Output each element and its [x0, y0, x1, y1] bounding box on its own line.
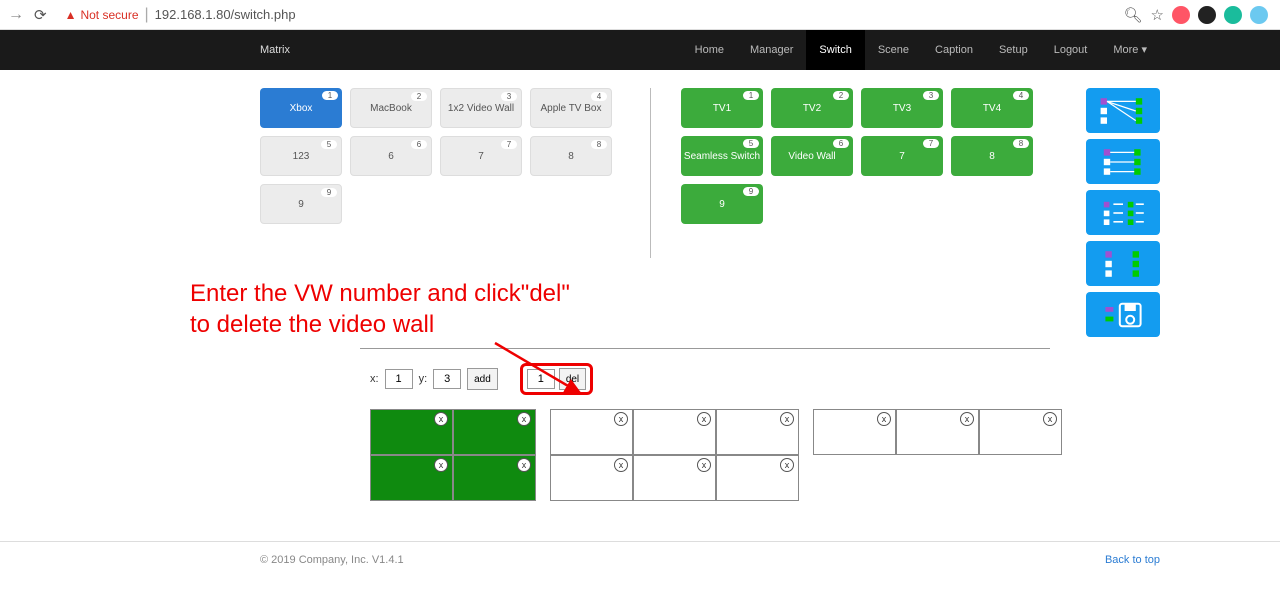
close-icon[interactable]: x — [434, 412, 448, 426]
close-icon[interactable]: x — [960, 412, 974, 426]
outputs-grid: 1TV12TV23TV34TV4 5Seamless Switch6Video W… — [681, 88, 1041, 258]
nav-link[interactable]: Caption — [922, 30, 986, 70]
nav-link[interactable]: Manager — [737, 30, 806, 70]
annotation-arrow-icon — [490, 338, 600, 408]
extension-icon[interactable] — [1172, 6, 1190, 24]
input-card[interactable]: 31x2 Video Wall — [440, 88, 522, 128]
video-wall-cell[interactable]: x — [633, 409, 716, 455]
output-card[interactable]: 1TV1 — [681, 88, 763, 128]
close-icon[interactable]: x — [614, 458, 628, 472]
search-icon[interactable]: 🔍︎ — [1124, 6, 1143, 24]
back-to-top-link[interactable]: Back to top — [1105, 554, 1160, 566]
video-wall-cell[interactable]: x — [550, 409, 633, 455]
video-wall-cell[interactable]: x — [370, 409, 453, 455]
nav-link[interactable]: Switch — [806, 30, 864, 70]
warning-icon: ▲ — [65, 8, 77, 22]
input-card[interactable]: 88 — [530, 136, 612, 176]
url-text: 192.168.1.80/switch.php — [155, 7, 296, 22]
nav-link[interactable]: Scene — [865, 30, 922, 70]
video-wall-cell[interactable]: x — [716, 455, 799, 501]
output-card[interactable]: 99 — [681, 184, 763, 224]
video-wall-cell[interactable]: x — [813, 409, 896, 455]
close-icon[interactable]: x — [697, 458, 711, 472]
browser-address-bar: → ⟳ ▲ Not secure | 192.168.1.80/switch.p… — [0, 0, 1280, 30]
browser-actions: 🔍︎ ☆ — [1124, 6, 1269, 24]
preset-one-to-many-button[interactable] — [1086, 88, 1160, 133]
preset-list-button[interactable] — [1086, 190, 1160, 235]
nav-link[interactable]: Setup — [986, 30, 1041, 70]
output-card[interactable]: 2TV2 — [771, 88, 853, 128]
input-card[interactable]: 1Xbox — [260, 88, 342, 128]
video-wall-cell[interactable]: x — [453, 455, 536, 501]
annotation-line: Enter the VW number and click"del" — [190, 278, 1160, 309]
not-secure-text: Not secure — [80, 8, 138, 22]
input-card[interactable]: 99 — [260, 184, 342, 224]
forward-icon[interactable]: → — [8, 6, 24, 24]
x-label: x: — [370, 373, 379, 385]
close-icon[interactable]: x — [697, 412, 711, 426]
nav-link[interactable]: Logout — [1041, 30, 1101, 70]
video-wall-grid: xxx — [813, 409, 1062, 501]
annotation-callout: Enter the VW number and click"del" to de… — [190, 278, 1160, 340]
close-icon[interactable]: x — [877, 412, 891, 426]
video-wall-cell[interactable]: x — [453, 409, 536, 455]
input-card[interactable]: 66 — [350, 136, 432, 176]
video-wall-previews: xxxxxxxxxxxxx — [370, 409, 1050, 501]
bookmark-star-icon[interactable]: ☆ — [1151, 6, 1164, 24]
reload-icon[interactable]: ⟳ — [34, 6, 47, 24]
output-card[interactable]: 6Video Wall — [771, 136, 853, 176]
close-icon[interactable]: x — [614, 412, 628, 426]
extension-icon[interactable] — [1224, 6, 1242, 24]
url-area[interactable]: ▲ Not secure | 192.168.1.80/switch.php — [65, 6, 1114, 24]
page-footer: © 2019 Company, Inc. V1.4.1 Back to top — [0, 541, 1280, 578]
preset-one-to-one-button[interactable] — [1086, 139, 1160, 184]
output-card[interactable]: 88 — [951, 136, 1033, 176]
close-icon[interactable]: x — [780, 412, 794, 426]
inputs-grid: 1Xbox2MacBook31x2 Video Wall4Apple TV Bo… — [260, 88, 620, 258]
video-wall-controls: x: y: add del xxxxxxxxxxxxx — [360, 348, 1050, 501]
annotation-line: to delete the video wall — [190, 309, 1160, 340]
close-icon[interactable]: x — [517, 458, 531, 472]
input-card[interactable]: 2MacBook — [350, 88, 432, 128]
video-wall-cell[interactable]: x — [550, 455, 633, 501]
video-wall-cell[interactable]: x — [979, 409, 1062, 455]
video-wall-grid: x x x x x x — [550, 409, 799, 501]
nav-link[interactable]: Home — [682, 30, 737, 70]
copyright-text: © 2019 Company, Inc. V1.4.1 — [260, 554, 404, 566]
input-card[interactable]: 5123 — [260, 136, 342, 176]
y-label: y: — [419, 373, 428, 385]
output-card[interactable]: 4TV4 — [951, 88, 1033, 128]
divider: | — [145, 6, 149, 24]
vertical-divider — [650, 88, 651, 258]
video-wall-cell[interactable]: x — [716, 409, 799, 455]
video-wall-cell[interactable]: x — [370, 455, 453, 501]
input-card[interactable]: 77 — [440, 136, 522, 176]
main-navbar: Matrix HomeManagerSwitchSceneCaptionSetu… — [0, 30, 1280, 70]
video-wall-cell[interactable]: x — [896, 409, 979, 455]
close-icon[interactable]: x — [780, 458, 794, 472]
input-card[interactable]: 4Apple TV Box — [530, 88, 612, 128]
video-wall-grid: x x x x — [370, 409, 536, 501]
video-wall-cell[interactable]: x — [633, 455, 716, 501]
output-card[interactable]: 5Seamless Switch — [681, 136, 763, 176]
output-card[interactable]: 77 — [861, 136, 943, 176]
extension-icon[interactable] — [1198, 6, 1216, 24]
close-icon[interactable]: x — [517, 412, 531, 426]
close-icon[interactable]: x — [434, 458, 448, 472]
output-card[interactable]: 3TV3 — [861, 88, 943, 128]
close-icon[interactable]: x — [1043, 412, 1057, 426]
y-input[interactable] — [433, 369, 461, 389]
not-secure-warning: ▲ Not secure — [65, 8, 139, 22]
brand-title: Matrix — [260, 44, 290, 56]
x-input[interactable] — [385, 369, 413, 389]
nav-link[interactable]: More ▾ — [1100, 30, 1160, 70]
extension-icon[interactable] — [1250, 6, 1268, 24]
